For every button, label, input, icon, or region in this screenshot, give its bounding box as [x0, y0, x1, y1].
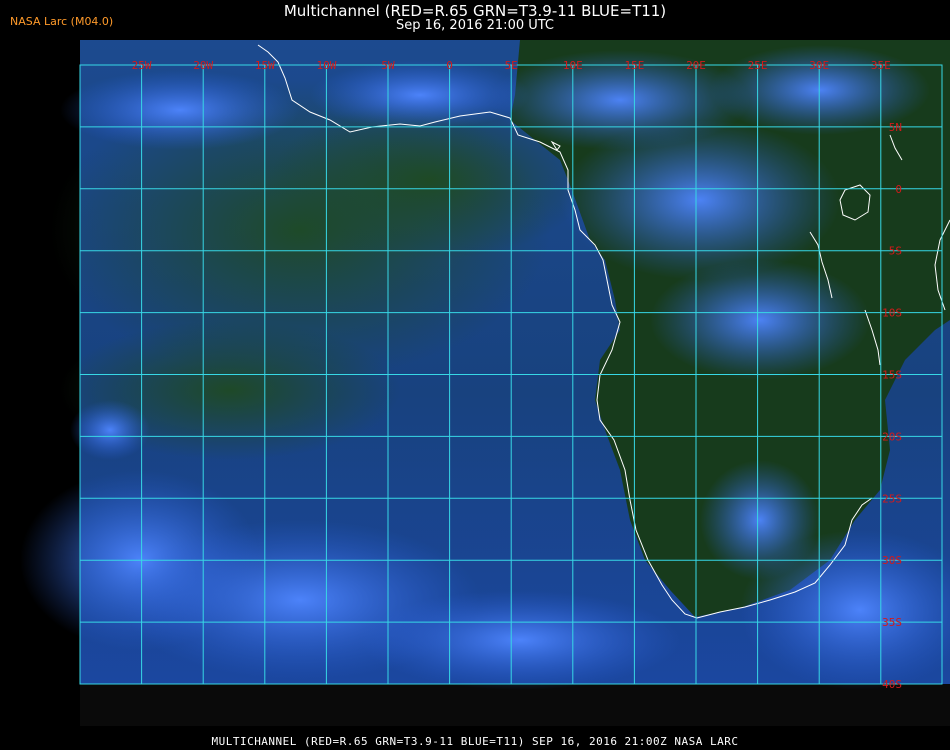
longitude-label: 25W: [132, 59, 152, 72]
latitude-label: 5N: [889, 121, 902, 134]
longitude-label: 20E: [686, 59, 706, 72]
latitude-label: 30S: [882, 554, 902, 567]
longitude-label: 25E: [748, 59, 768, 72]
longitude-label: 30E: [809, 59, 829, 72]
bottom-strip: [80, 684, 950, 726]
latitude-label: 15S: [882, 369, 902, 382]
longitude-label: 15E: [624, 59, 644, 72]
satellite-map: 25W 20W 15W 10W 5W 0 5E 10E 15E 20E 25E 30E 35E 5N 0 5S…: [20, 40, 950, 726]
longitude-label: 15W: [255, 59, 275, 72]
latitude-label: 20S: [882, 430, 902, 443]
latitude-label: 0: [895, 183, 902, 196]
latitude-label: 40S: [882, 678, 902, 691]
latitude-label: 10S: [882, 307, 902, 320]
longitude-label: 35E: [871, 59, 891, 72]
longitude-label: 5E: [505, 59, 518, 72]
longitude-label: 20W: [193, 59, 213, 72]
latitude-label: 35S: [882, 616, 902, 629]
longitude-label: 5W: [381, 59, 395, 72]
longitude-label: 0: [446, 59, 453, 72]
longitude-label: 10E: [563, 59, 583, 72]
longitude-label: 10W: [316, 59, 336, 72]
footer-caption: MULTICHANNEL (RED=R.65 GRN=T3.9-11 BLUE=…: [211, 735, 739, 748]
latitude-label: 25S: [882, 492, 902, 505]
latitude-label: 5S: [889, 245, 902, 258]
